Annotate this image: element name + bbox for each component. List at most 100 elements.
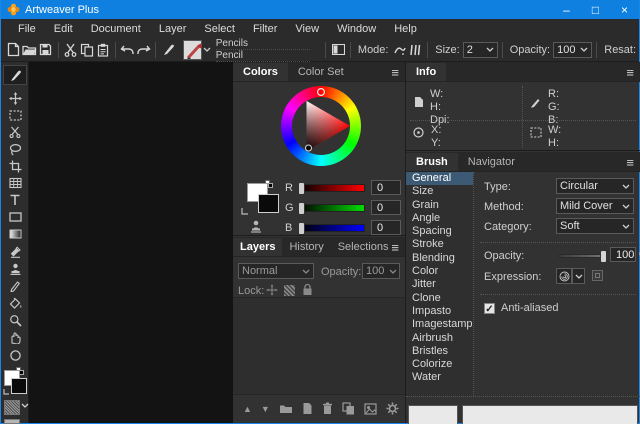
- lock-transparency-icon[interactable]: [284, 285, 295, 296]
- layer-effects-icon[interactable]: [364, 403, 377, 415]
- freehand-mode-icon[interactable]: [391, 40, 407, 60]
- blue-slider[interactable]: [299, 224, 365, 232]
- brush-cat-spacing[interactable]: Spacing: [406, 225, 473, 238]
- undo-button[interactable]: [119, 40, 135, 60]
- green-value[interactable]: 0: [371, 200, 401, 215]
- saturation-triangle[interactable]: [281, 86, 361, 166]
- tab-layers[interactable]: Layers: [233, 238, 282, 256]
- hue-selector[interactable]: [318, 89, 325, 96]
- menu-layer[interactable]: Layer: [150, 23, 196, 35]
- delete-layer-icon[interactable]: [322, 402, 333, 415]
- pattern-chevron[interactable]: [21, 403, 29, 408]
- brush-opacity-value[interactable]: 100: [610, 247, 636, 262]
- opacity-dropdown[interactable]: 100: [553, 42, 592, 58]
- redo-button[interactable]: [135, 40, 151, 60]
- menu-view[interactable]: View: [286, 23, 328, 35]
- eraser-tool[interactable]: [5, 244, 25, 260]
- menu-edit[interactable]: Edit: [45, 23, 82, 35]
- sv-selector[interactable]: [306, 145, 312, 151]
- crop-tool[interactable]: [5, 158, 25, 174]
- lock-all-icon[interactable]: [302, 283, 313, 296]
- antialiased-checkbox[interactable]: ✓: [484, 303, 495, 314]
- size-dropdown[interactable]: 2: [463, 42, 498, 58]
- menu-help[interactable]: Help: [385, 23, 426, 35]
- brush-cat-angle[interactable]: Angle: [406, 212, 473, 225]
- lock-position-icon[interactable]: [266, 284, 278, 296]
- minimize-button[interactable]: –: [552, 0, 581, 19]
- move-tool[interactable]: [5, 90, 25, 106]
- background-color-swatch[interactable]: [11, 378, 27, 394]
- brush-cat-bristles[interactable]: Bristles: [406, 345, 473, 358]
- rectangular-select-tool[interactable]: [5, 107, 25, 123]
- brush-picker-chevron[interactable]: [202, 40, 212, 60]
- document-canvas[interactable]: [29, 62, 233, 423]
- save-button[interactable]: [38, 40, 54, 60]
- layer-opacity-dropdown[interactable]: 100: [362, 263, 400, 279]
- colors-panel-menu-icon[interactable]: ≡: [391, 65, 399, 80]
- background-color-swatch[interactable]: [258, 194, 279, 213]
- layer-settings-gear-icon[interactable]: [386, 402, 399, 415]
- pencil-tool[interactable]: [5, 278, 25, 294]
- open-button[interactable]: [22, 40, 38, 60]
- expression-settings-button[interactable]: [592, 270, 603, 281]
- tab-brush[interactable]: Brush: [406, 153, 458, 171]
- category-dropdown[interactable]: Soft: [556, 218, 634, 234]
- green-slider[interactable]: [299, 204, 365, 212]
- copy-button[interactable]: [79, 40, 95, 60]
- menu-filter[interactable]: Filter: [244, 23, 286, 35]
- brush-opacity-slider[interactable]: [558, 254, 606, 258]
- fill-bucket-tool[interactable]: [5, 295, 25, 311]
- brush-cat-impasto[interactable]: Impasto: [406, 305, 473, 318]
- tab-color-set[interactable]: Color Set: [288, 63, 354, 81]
- blend-mode-dropdown[interactable]: Normal: [238, 263, 314, 279]
- duplicate-layer-icon[interactable]: [342, 402, 355, 415]
- brush-cat-stroke[interactable]: Stroke: [406, 238, 473, 251]
- brush-cat-general[interactable]: General: [406, 172, 473, 185]
- hand-pan-tool[interactable]: [5, 329, 25, 345]
- close-button[interactable]: ×: [610, 0, 639, 19]
- scissors-tool[interactable]: [5, 124, 25, 140]
- brush-cat-blending[interactable]: Blending: [406, 252, 473, 265]
- menu-file[interactable]: File: [9, 23, 45, 35]
- swap-colors-icon[interactable]: [3, 388, 10, 395]
- expression-chevron-button[interactable]: [572, 268, 585, 284]
- gradient-preview-partial[interactable]: [4, 419, 20, 424]
- brush-panel-menu-icon[interactable]: ≡: [626, 155, 634, 170]
- brush-cat-color[interactable]: Color: [406, 265, 473, 278]
- brush-cat-imagestamp[interactable]: Imagestamp: [406, 318, 473, 331]
- move-layer-down-icon[interactable]: ▼: [261, 404, 270, 414]
- brush-cat-clone[interactable]: Clone: [406, 292, 473, 305]
- hue-ring[interactable]: [281, 86, 361, 166]
- gradient-tool[interactable]: [5, 226, 25, 242]
- brush-opacity-handle[interactable]: [600, 250, 607, 263]
- lasso-tool[interactable]: [5, 141, 25, 157]
- stamp-icon[interactable]: [249, 220, 263, 233]
- pattern-preview[interactable]: [4, 400, 20, 415]
- color-sampler-tool[interactable]: [5, 347, 25, 363]
- maximize-button[interactable]: □: [581, 0, 610, 19]
- brush-selector[interactable]: Pencils Pencil: [216, 38, 310, 62]
- table-grid-tool[interactable]: [5, 175, 25, 191]
- cut-button[interactable]: [63, 40, 79, 60]
- brush-cat-size[interactable]: Size: [406, 185, 473, 198]
- new-document-button[interactable]: [6, 40, 22, 60]
- brush-preview-thumbnail[interactable]: [183, 40, 203, 60]
- brush-cat-airbrush[interactable]: Airbrush: [406, 332, 473, 345]
- move-layer-up-icon[interactable]: ▲: [243, 404, 252, 414]
- info-panel-menu-icon[interactable]: ≡: [626, 65, 634, 80]
- new-group-icon[interactable]: [279, 403, 293, 414]
- swap-colors-icon[interactable]: [241, 207, 249, 215]
- tab-colors[interactable]: Colors: [233, 63, 288, 81]
- paste-button[interactable]: [95, 40, 111, 60]
- menu-window[interactable]: Window: [328, 23, 385, 35]
- tab-navigator[interactable]: Navigator: [458, 153, 525, 171]
- tab-selections[interactable]: Selections: [331, 238, 396, 256]
- blue-value[interactable]: 0: [371, 220, 401, 235]
- brush-tool[interactable]: [3, 65, 27, 85]
- text-tool[interactable]: [5, 192, 25, 208]
- clone-stamp-tool[interactable]: [5, 261, 25, 277]
- brush-cat-colorize[interactable]: Colorize: [406, 358, 473, 371]
- brush-cat-water[interactable]: Water: [406, 371, 473, 384]
- straight-line-mode-icon[interactable]: [407, 40, 423, 60]
- menu-select[interactable]: Select: [195, 23, 244, 35]
